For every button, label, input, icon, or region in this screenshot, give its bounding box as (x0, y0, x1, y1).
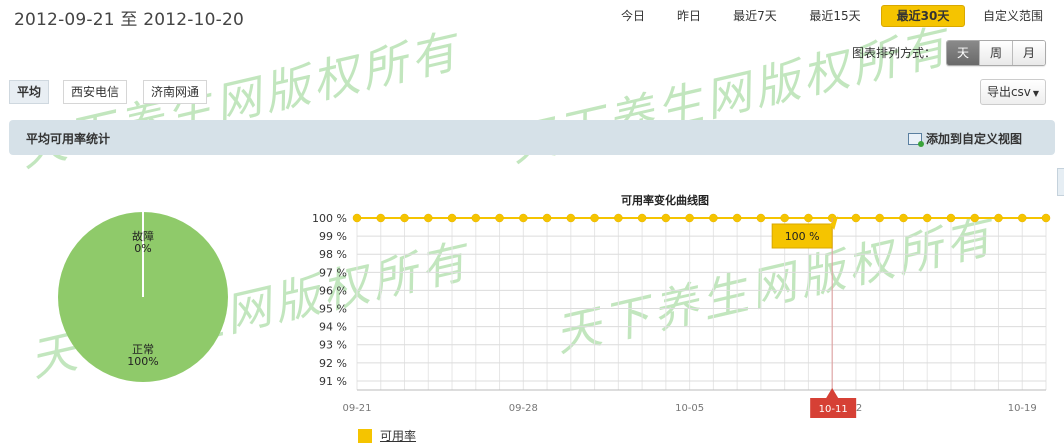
data-point[interactable] (471, 213, 481, 223)
range-today-button[interactable]: 今日 (614, 6, 652, 26)
data-point[interactable] (875, 213, 884, 223)
range-custom-button[interactable]: 自定义范围 (980, 6, 1046, 26)
add-view-icon (908, 132, 924, 147)
data-point[interactable] (519, 213, 528, 223)
x-tick-label: 10-05 (675, 403, 704, 414)
data-point[interactable] (732, 213, 742, 223)
pie-value-fault: 0% (134, 242, 152, 255)
y-tick-label: 97 % (319, 266, 347, 279)
line-chart: 100 % 99 % 98 % 97 % 96 % 95 % 94 % 93 % 92 % 91 … (312, 212, 1051, 418)
data-point[interactable] (637, 213, 647, 223)
x-tick-label: 09-28 (509, 403, 538, 414)
data-point[interactable] (566, 213, 576, 223)
y-tick-label: 92 % (319, 357, 347, 370)
x-tick-label: 09-21 (342, 403, 371, 414)
data-point[interactable] (685, 213, 694, 223)
x-tick-label: 10-19 (1008, 403, 1037, 414)
data-point[interactable] (851, 213, 861, 223)
chevron-down-icon: ▼ (1032, 89, 1040, 98)
data-point[interactable] (1017, 213, 1027, 223)
range-30days-button[interactable]: 最近30天 (881, 5, 965, 27)
y-tick-label: 93 % (319, 339, 347, 352)
data-point[interactable] (1041, 213, 1051, 223)
data-point[interactable] (756, 213, 766, 223)
data-point[interactable] (495, 213, 504, 223)
y-tick-label: 95 % (319, 303, 347, 316)
data-point[interactable] (994, 213, 1003, 223)
data-point[interactable] (899, 213, 908, 223)
add-to-custom-view-label: 添加到自定义视图 (926, 132, 1023, 146)
sort-mode-group: 天 周 月 (946, 40, 1046, 66)
export-csv-label: 导出csv (986, 85, 1031, 99)
data-point[interactable] (946, 213, 956, 223)
sort-week-button[interactable]: 周 (979, 41, 1012, 65)
crosshair-x-label: 10-11 (819, 404, 848, 415)
data-point[interactable] (376, 213, 386, 223)
y-tick-label: 99 % (319, 230, 347, 243)
date-range-text: 2012-09-21 至 2012-10-20 (14, 10, 244, 30)
pie-value-normal: 100% (127, 355, 159, 368)
data-point[interactable] (804, 213, 813, 223)
data-point[interactable] (590, 213, 599, 223)
range-7days-button[interactable]: 最近7天 (727, 6, 783, 26)
y-tick-label: 91 % (319, 375, 347, 388)
data-point[interactable] (352, 213, 362, 223)
y-tick-label: 96 % (319, 284, 347, 297)
data-point[interactable] (447, 213, 457, 223)
tooltip-text: 100 % (785, 230, 820, 243)
legend-item-availability[interactable]: 可用率 (380, 427, 416, 444)
data-point[interactable] (780, 213, 789, 223)
sort-day-button[interactable]: 天 (947, 41, 979, 65)
tab-average[interactable]: 平均 (9, 80, 50, 104)
sort-month-button[interactable]: 月 (1012, 41, 1045, 65)
y-tick-label: 100 % (312, 212, 347, 225)
y-tick-label: 94 % (319, 321, 347, 334)
tab-jinan-netcom[interactable]: 济南网通 (143, 80, 208, 104)
side-panel-handle[interactable] (1057, 168, 1064, 196)
range-yesterday-button[interactable]: 昨日 (670, 6, 708, 26)
sort-mode-label: 图表排列方式： (852, 46, 937, 60)
data-point[interactable] (661, 213, 671, 223)
data-point[interactable] (424, 213, 433, 223)
export-csv-button[interactable]: 导出csv ▼ (980, 79, 1046, 105)
tab-xian-telecom[interactable]: 西安电信 (63, 80, 128, 104)
legend-swatch (358, 428, 372, 443)
data-point[interactable] (709, 213, 718, 223)
data-point[interactable] (542, 213, 552, 223)
chart-legend: 可用率 (358, 427, 416, 444)
y-tick-label: 98 % (319, 248, 347, 261)
data-point[interactable] (400, 213, 409, 223)
range-15days-button[interactable]: 最近15天 (803, 6, 867, 26)
data-point[interactable] (614, 213, 623, 223)
section-title: 平均可用率统计 (26, 132, 111, 146)
section-header-bar (9, 120, 1055, 155)
add-to-custom-view-button[interactable]: 添加到自定义视图 (908, 130, 1022, 147)
data-point[interactable] (970, 213, 979, 223)
data-point[interactable] (922, 213, 932, 223)
